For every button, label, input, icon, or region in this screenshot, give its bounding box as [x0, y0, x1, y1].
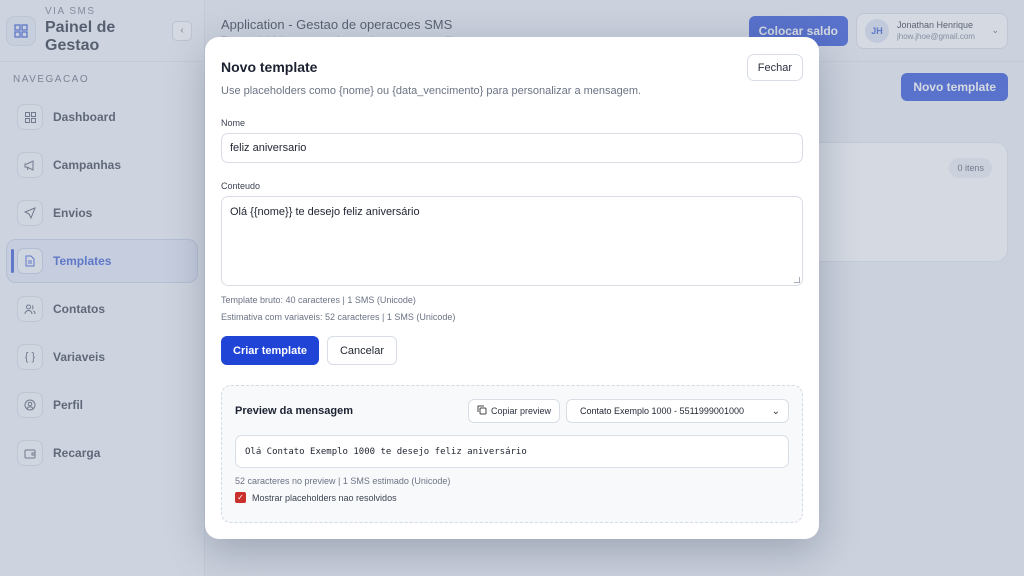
copy-icon: [477, 405, 487, 417]
cancel-button[interactable]: Cancelar: [326, 336, 398, 365]
raw-template-hint: Template bruto: 40 caracteres | 1 SMS (U…: [221, 295, 416, 305]
copy-preview-button[interactable]: Copiar preview: [467, 399, 560, 423]
chevron-down-icon: ⌄: [771, 405, 780, 417]
show-placeholders-checkbox[interactable]: ✓: [235, 492, 246, 503]
contact-select[interactable]: Contato Exemplo 1000 - 5511999001000 ⌄: [566, 399, 789, 423]
name-input[interactable]: feliz aniversario: [221, 133, 803, 163]
show-placeholders-option[interactable]: ✓ Mostrar placeholders nao resolvidos: [235, 492, 789, 503]
preview-output: Olá Contato Exemplo 1000 te desejo feliz…: [235, 435, 789, 468]
preview-title: Preview da mensagem: [235, 405, 354, 417]
content-label: Conteudo: [221, 181, 261, 191]
name-label: Nome: [221, 118, 246, 128]
contact-select-value: Contato Exemplo 1000 - 5511999001000: [580, 406, 744, 416]
content-textarea[interactable]: Olá {{nome}} te desejo feliz aniversário: [221, 196, 803, 286]
copy-preview-label: Copiar preview: [490, 406, 551, 416]
resize-handle-icon[interactable]: [794, 277, 800, 283]
modal-description: Use placeholders como {nome} ou {data_ve…: [221, 85, 642, 97]
estimate-hint: Estimativa com variaveis: 52 caracteres …: [221, 312, 456, 322]
create-template-button[interactable]: Criar template: [221, 336, 319, 365]
modal-actions: Criar template Cancelar: [221, 336, 803, 365]
close-button[interactable]: Fechar: [746, 54, 803, 81]
modal-title: Novo template: [221, 59, 318, 75]
message-preview-panel: Preview da mensagem Copiar preview Conta…: [221, 385, 803, 523]
content-text: Olá {{nome}} te desejo feliz aniversário: [230, 206, 420, 218]
preview-meta: 52 caracteres no preview | 1 SMS estimad…: [235, 476, 451, 486]
new-template-modal: Novo template Use placeholders como {nom…: [205, 37, 819, 539]
show-placeholders-label: Mostrar placeholders nao resolvidos: [252, 492, 397, 503]
